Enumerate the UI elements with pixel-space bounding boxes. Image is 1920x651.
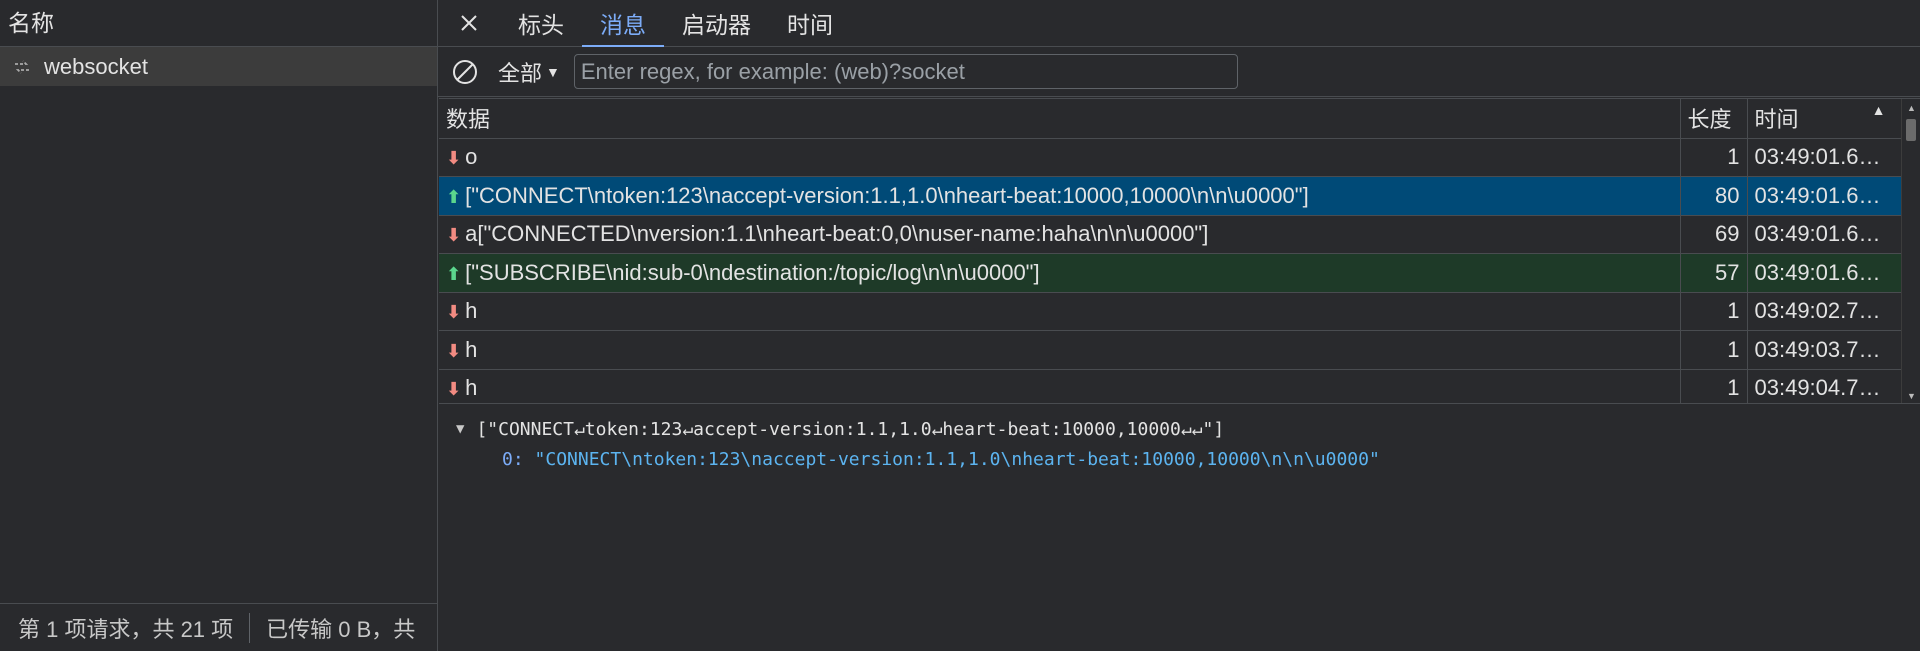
message-data: h xyxy=(465,375,478,401)
footer-divider xyxy=(249,612,251,643)
request-item-websocket[interactable]: websocket xyxy=(0,47,437,86)
received-arrow-icon: ⬇ xyxy=(446,379,462,400)
message-length: 1 xyxy=(1680,369,1748,403)
message-length: 57 xyxy=(1680,253,1748,293)
detail-array-summary[interactable]: ▼ ["CONNECT↵token:123↵accept-version:1.1… xyxy=(456,414,1380,444)
tab-timing[interactable]: 时间 xyxy=(769,0,851,46)
received-arrow-icon: ⬇ xyxy=(446,340,462,361)
message-time: 03:49:03.7… xyxy=(1747,330,1902,370)
sent-arrow-icon: ⬆ xyxy=(446,263,462,284)
column-header-time-label: 时间 xyxy=(1754,107,1799,133)
requests-header[interactable]: 名称 xyxy=(0,0,437,47)
tab-headers[interactable]: 标头 xyxy=(500,0,582,46)
sent-arrow-icon: ⬆ xyxy=(446,186,462,207)
table-row[interactable]: ⬇ h 1 03:49:03.7… xyxy=(439,330,1902,370)
scroll-down-icon[interactable]: ▼ xyxy=(1907,391,1916,401)
scroll-thumb[interactable] xyxy=(1906,119,1916,141)
request-detail-pane: 标头 消息 启动器 时间 全部 ▼ 数据 长度 时间 ▲ xyxy=(438,0,1920,651)
table-header-row: 数据 长度 时间 ▲ xyxy=(439,99,1902,139)
request-name: websocket xyxy=(44,53,148,79)
message-detail-view: ▼ ["CONNECT↵token:123↵accept-version:1.1… xyxy=(456,414,1380,474)
detail-item-value: "CONNECT\ntoken:123\naccept-version:1.1,… xyxy=(534,448,1380,470)
received-arrow-icon: ⬇ xyxy=(446,225,462,246)
websocket-icon xyxy=(12,56,34,78)
dropdown-arrow-icon: ▼ xyxy=(546,63,560,80)
message-length: 1 xyxy=(1680,330,1748,370)
message-length: 69 xyxy=(1680,215,1748,254)
message-length: 80 xyxy=(1680,176,1748,216)
message-time: 03:49:01.6… xyxy=(1747,215,1902,254)
message-data: ["SUBSCRIBE\nid:sub-0\ndestination:/topi… xyxy=(465,259,1040,285)
table-row[interactable]: ⬆ ["SUBSCRIBE\nid:sub-0\ndestination:/top… xyxy=(439,253,1902,293)
detail-item-key: 0 xyxy=(502,448,513,470)
transferred-size: 已传输 0 B，共 xyxy=(266,616,416,642)
table-row[interactable]: ⬇ a["CONNECTED\nversion:1.1\nheart-beat:0… xyxy=(439,215,1902,254)
status-bar: 第 1 项请求，共 21 项 已传输 0 B，共 xyxy=(0,603,437,651)
message-time: 03:49:01.6… xyxy=(1747,253,1902,293)
column-header-length[interactable]: 长度 xyxy=(1680,99,1748,139)
requests-pane: 名称 websocket 第 1 项请求，共 21 项 已传输 0 B，共 xyxy=(0,0,438,651)
received-arrow-icon: ⬇ xyxy=(446,302,462,323)
message-type-label: 全部 xyxy=(498,60,543,86)
tab-initiator[interactable]: 启动器 xyxy=(664,0,769,46)
message-filter-bar: 全部 ▼ xyxy=(438,47,1920,97)
received-arrow-icon: ⬇ xyxy=(446,148,462,169)
tab-messages[interactable]: 消息 xyxy=(582,0,664,47)
detail-colon: : xyxy=(512,448,535,470)
message-time: 03:49:04.7… xyxy=(1747,369,1902,403)
message-type-select[interactable]: 全部 ▼ xyxy=(498,56,560,88)
column-header-data[interactable]: 数据 xyxy=(439,99,1681,139)
message-filter-input[interactable] xyxy=(573,54,1238,89)
message-data: h xyxy=(465,336,478,362)
detail-tabbar: 标头 消息 启动器 时间 xyxy=(438,0,1920,47)
message-length: 1 xyxy=(1680,138,1748,177)
sort-ascending-icon: ▲ xyxy=(1871,102,1886,119)
message-data: a["CONNECTED\nversion:1.1\nheart-beat:0,… xyxy=(465,221,1209,247)
clear-messages-icon[interactable] xyxy=(450,57,480,87)
close-icon[interactable] xyxy=(438,0,500,46)
messages-table: 数据 长度 时间 ▲ ⬇ o 1 03:49:01.6… ⬆ ["CONNECT\nt… xyxy=(439,98,1920,404)
table-row[interactable]: ⬆ ["CONNECT\ntoken:123\naccept-version:1.… xyxy=(439,176,1902,216)
message-length: 1 xyxy=(1680,292,1748,331)
message-data: o xyxy=(465,144,478,170)
message-time: 03:49:01.6… xyxy=(1747,176,1902,216)
table-row[interactable]: ⬇ h 1 03:49:04.7… xyxy=(439,369,1902,403)
detail-summary-text: ["CONNECT↵token:123↵accept-version:1.1,1… xyxy=(476,418,1225,440)
expand-triangle-icon[interactable]: ▼ xyxy=(456,421,464,437)
table-scrollbar[interactable]: ▲ ▼ xyxy=(1901,99,1920,403)
message-data: ["CONNECT\ntoken:123\naccept-version:1.1… xyxy=(465,182,1309,208)
message-time: 03:49:02.7… xyxy=(1747,292,1902,331)
table-row[interactable]: ⬇ h 1 03:49:02.7… xyxy=(439,292,1902,331)
detail-array-item: 0 : "CONNECT\ntoken:123\naccept-version:… xyxy=(456,444,1380,474)
column-header-time[interactable]: 时间 ▲ xyxy=(1747,99,1902,139)
table-row[interactable]: ⬇ o 1 03:49:01.6… xyxy=(439,138,1902,177)
request-count: 第 1 项请求，共 21 项 xyxy=(18,616,234,642)
message-data: h xyxy=(465,298,478,324)
scroll-up-icon[interactable]: ▲ xyxy=(1907,103,1916,113)
message-time: 03:49:01.6… xyxy=(1747,138,1902,177)
